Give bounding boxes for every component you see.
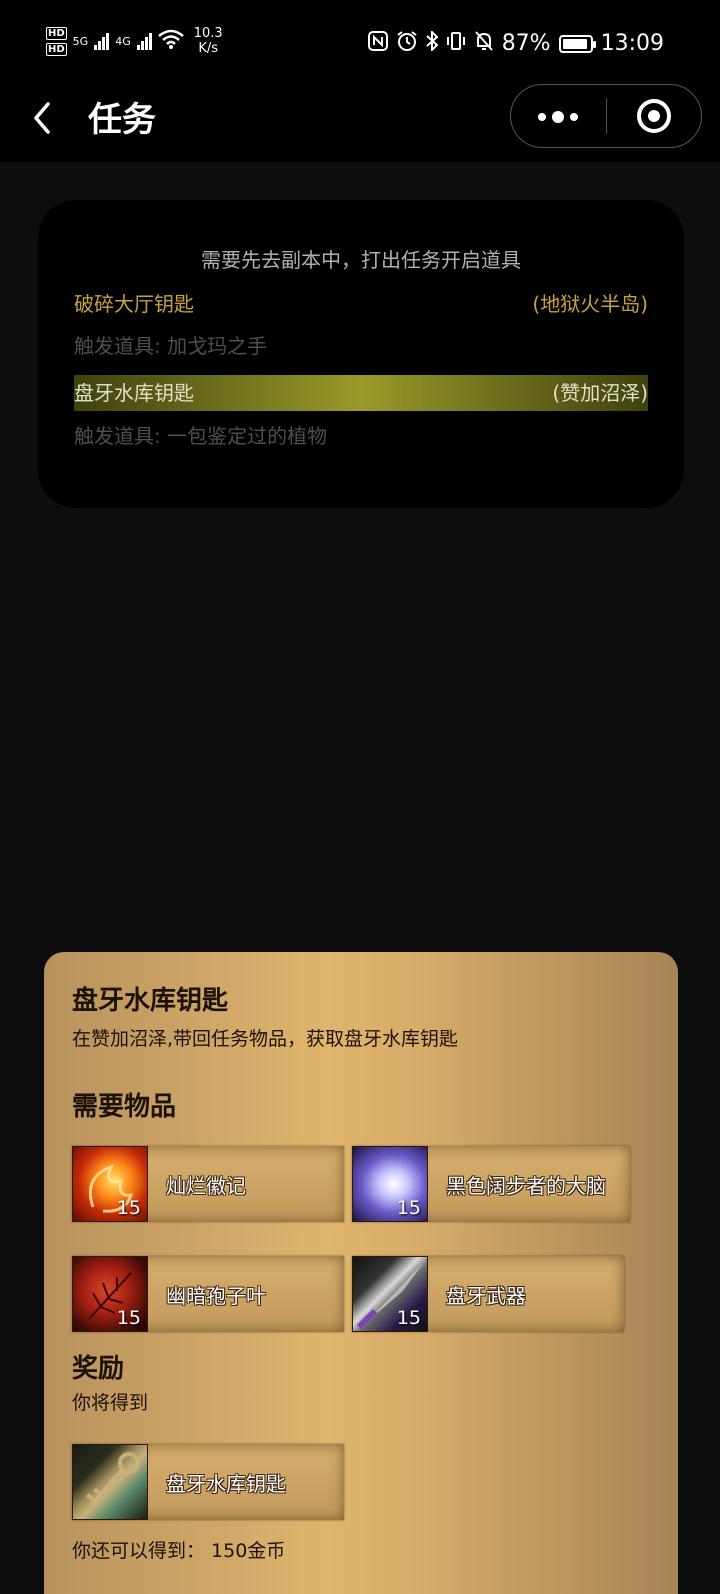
clock: 13:09 (600, 31, 664, 56)
quest-item-zone: (地狱火半岛) (532, 292, 648, 316)
alarm-icon (396, 30, 418, 57)
more-button[interactable] (511, 101, 606, 131)
status-left: HD HD 5G 4G 10.3 K/s (46, 26, 223, 56)
quest-detail-panel: 盘牙水库钥匙 在赞加沼泽,带回任务物品，获取盘牙水库钥匙 需要物品 15 灿烂徽… (44, 952, 678, 1594)
item-count: 15 (116, 1197, 141, 1219)
chevron-left-icon (34, 102, 50, 134)
quest-item-name: 盘牙水库钥匙 (74, 381, 194, 405)
required-item-2[interactable]: 15 黑色阔步者的大脑 (352, 1146, 630, 1222)
detail-description: 在赞加沼泽,带回任务物品，获取盘牙水库钥匙 (72, 1028, 459, 1050)
item-name: 幽暗孢子叶 (166, 1283, 266, 1308)
hd-badge-2: HD (46, 42, 67, 56)
item-count: 15 (116, 1307, 141, 1329)
signal-bars-icon (94, 32, 110, 50)
target-circle-icon (636, 99, 671, 133)
battery-icon (558, 34, 596, 53)
required-item-1[interactable]: 15 灿烂徽记 (72, 1146, 344, 1222)
more-dots-icon (538, 111, 579, 123)
mini-program-capsule (510, 84, 702, 148)
item-count: 15 (396, 1197, 421, 1219)
nav-bar: 任务 (0, 84, 720, 162)
page-title: 任务 (88, 100, 156, 140)
item-name: 盘牙武器 (446, 1283, 526, 1308)
detail-title: 盘牙水库钥匙 (72, 986, 229, 1016)
wifi-icon (157, 29, 184, 54)
network-5g-label: 5G (72, 34, 89, 48)
extra-reward: 你还可以得到： 150金币 (72, 1540, 286, 1562)
key-icon (72, 1444, 148, 1520)
status-right: 87% 13:09 (367, 29, 664, 57)
bluetooth-icon (426, 29, 439, 56)
status-bar: HD HD 5G 4G 10.3 K/s 87% 13:09 (0, 0, 720, 88)
hd-indicators: HD HD (46, 26, 67, 56)
mute-bell-icon (474, 30, 494, 57)
glowing-brain-icon: 15 (352, 1146, 428, 1222)
quest-item-2-selected[interactable]: 盘牙水库钥匙 (赞加沼泽) (74, 375, 648, 411)
close-button[interactable] (607, 99, 702, 133)
item-count: 15 (396, 1307, 421, 1329)
quest-item-name: 破碎大厅钥匙 (74, 292, 194, 316)
speed-unit: K/s (198, 41, 219, 56)
quest-item-zone: (赞加沼泽) (552, 381, 648, 405)
back-button[interactable] (28, 96, 68, 136)
reward-heading: 奖励 (72, 1354, 125, 1384)
quest-item-1[interactable]: 破碎大厅钥匙 (地狱火半岛) (74, 286, 648, 322)
fire-emblem-icon: 15 (72, 1146, 148, 1222)
network-speed: 10.3 K/s (194, 26, 223, 56)
signal-bars-icon-2 (136, 32, 152, 50)
red-leaf-icon: 15 (72, 1256, 148, 1332)
reward-item[interactable]: 盘牙水库钥匙 (72, 1444, 344, 1520)
required-item-3[interactable]: 15 幽暗孢子叶 (72, 1256, 344, 1332)
battery-percent: 87% (501, 31, 551, 56)
vibrate-icon (446, 31, 466, 56)
quest-item-trigger: 触发道具: 一包鉴定过的植物 (74, 424, 328, 448)
speed-value: 10.3 (193, 26, 223, 41)
item-name: 黑色阔步者的大脑 (446, 1173, 606, 1198)
quest-page: HD HD 5G 4G 10.3 K/s 87% 13:09 任务 需要先去副本… (0, 0, 720, 1594)
required-item-4[interactable]: 15 盘牙武器 (352, 1256, 624, 1332)
item-name: 盘牙水库钥匙 (166, 1471, 286, 1496)
nfc-icon (367, 31, 388, 56)
hd-badge-1: HD (46, 26, 67, 40)
quest-hint: 需要先去副本中，打出任务开启道具 (201, 248, 521, 272)
spear-weapon-icon: 15 (352, 1256, 428, 1332)
quest-item-trigger: 触发道具: 加戈玛之手 (74, 334, 268, 358)
required-items-heading: 需要物品 (72, 1092, 177, 1122)
reward-subtitle: 你将得到 (72, 1392, 149, 1414)
item-name: 灿烂徽记 (166, 1173, 246, 1198)
network-4g-label: 4G (115, 34, 131, 48)
